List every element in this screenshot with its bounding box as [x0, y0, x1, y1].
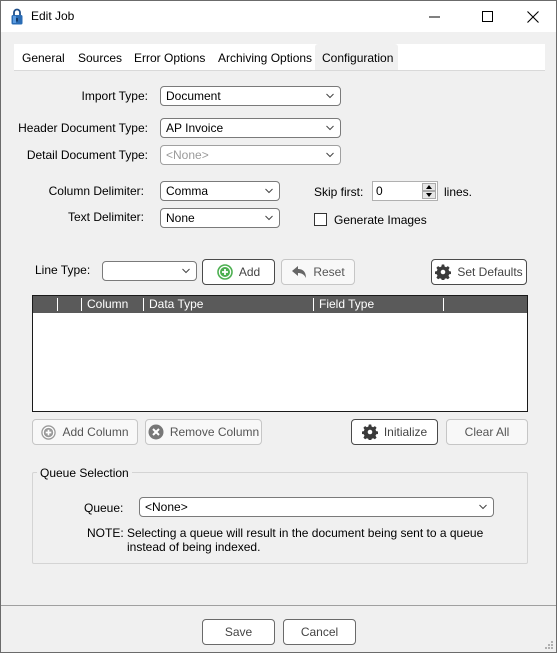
chevron-down-icon	[326, 152, 334, 158]
tab-configuration[interactable]: Configuration	[315, 44, 398, 70]
triangle-up-icon	[426, 185, 432, 189]
header-doc-type-select[interactable]: AP Invoice	[160, 118, 341, 138]
resize-grip-icon[interactable]	[544, 640, 554, 650]
generate-images-label: Generate Images	[334, 213, 427, 227]
grid-header-field-type[interactable]: Field Type	[319, 296, 374, 313]
chevron-down-icon	[265, 215, 273, 221]
chevron-down-icon	[326, 125, 334, 131]
tab-general[interactable]: General	[15, 44, 72, 70]
add-column-button[interactable]: Add Column	[32, 419, 138, 445]
skip-first-spinner[interactable]: 0	[372, 181, 438, 201]
remove-column-label: Remove Column	[169, 425, 260, 439]
title-bar: Edit Job	[1, 1, 556, 32]
initialize-button[interactable]: Initialize	[351, 419, 438, 445]
column-delimiter-label: Column Delimiter:	[48, 184, 144, 198]
queue-select[interactable]: <None>	[139, 497, 494, 517]
line-type-label: Line Type:	[35, 263, 91, 277]
column-delimiter-value: Comma	[166, 184, 209, 198]
set-defaults-button[interactable]: Set Defaults	[431, 259, 527, 285]
gear-icon	[361, 424, 378, 440]
skip-first-value: 0	[376, 184, 383, 198]
queue-value: <None>	[145, 500, 188, 514]
import-type-value: Document	[166, 89, 221, 103]
lines-label: lines.	[444, 185, 473, 199]
tab-error-options[interactable]: Error Options	[127, 44, 212, 70]
cancel-label: Cancel	[300, 625, 339, 639]
detail-doc-type-label: Detail Document Type:	[26, 148, 148, 162]
spin-up-button[interactable]	[422, 183, 436, 191]
line-type-select[interactable]	[102, 261, 197, 281]
save-button[interactable]: Save	[202, 619, 275, 645]
minimize-button[interactable]	[411, 1, 457, 32]
maximize-button[interactable]	[464, 1, 510, 32]
add-line-type-button[interactable]: Add	[202, 259, 275, 285]
clear-all-label: Clear All	[464, 425, 510, 439]
header-doc-type-label: Header Document Type:	[18, 121, 148, 135]
triangle-down-icon	[426, 193, 432, 197]
close-button[interactable]	[510, 1, 556, 32]
close-icon	[527, 10, 539, 23]
initialize-label: Initialize	[383, 425, 428, 439]
save-label: Save	[224, 625, 253, 639]
x-circle-icon	[148, 424, 164, 440]
text-delimiter-value: None	[166, 211, 195, 225]
undo-arrow-icon	[292, 266, 307, 278]
remove-column-button[interactable]: Remove Column	[145, 419, 262, 445]
chevron-down-icon	[326, 93, 334, 99]
import-type-select[interactable]: Document	[160, 86, 341, 106]
gear-icon	[435, 264, 452, 280]
import-type-label: Import Type:	[81, 89, 148, 103]
note-text-line2: instead of being indexed.	[127, 540, 261, 554]
grid-header-column[interactable]: Column	[87, 296, 128, 313]
chevron-down-icon	[265, 188, 273, 194]
plus-circle-icon	[217, 264, 233, 280]
detail-doc-type-select[interactable]: <None>	[160, 145, 341, 165]
generate-images-checkbox[interactable]	[314, 213, 327, 226]
clear-all-button[interactable]: Clear All	[446, 419, 528, 445]
set-defaults-label: Set Defaults	[457, 265, 523, 279]
tab-archiving-options[interactable]: Archiving Options	[211, 44, 319, 70]
text-delimiter-select[interactable]: None	[160, 208, 280, 228]
tab-sources[interactable]: Sources	[71, 44, 129, 70]
minimize-icon	[428, 16, 440, 18]
plus-circle-icon	[41, 424, 57, 440]
queue-selection-title: Queue Selection	[37, 466, 132, 480]
text-delimiter-label: Text Delimiter:	[67, 210, 144, 224]
maximize-icon	[481, 11, 493, 22]
grid-header: Column Data Type Field Type	[33, 296, 527, 313]
detail-doc-type-value: <None>	[166, 148, 209, 162]
reset-label: Reset	[313, 265, 345, 279]
footer-divider	[1, 605, 556, 606]
chevron-down-icon	[479, 504, 487, 510]
queue-selection-group	[32, 472, 528, 564]
padlock-icon	[11, 8, 23, 25]
edit-job-window: Edit Job General Sources Error Options A…	[0, 0, 557, 653]
chevron-down-icon	[182, 268, 190, 274]
spin-down-button[interactable]	[422, 191, 436, 199]
queue-label: Queue:	[84, 501, 124, 515]
skip-first-label: Skip first:	[314, 185, 364, 199]
column-delimiter-select[interactable]: Comma	[160, 181, 280, 201]
header-doc-type-value: AP Invoice	[166, 121, 224, 135]
columns-grid[interactable]: Column Data Type Field Type	[32, 295, 528, 412]
add-column-label: Add Column	[62, 425, 129, 439]
cancel-button[interactable]: Cancel	[283, 619, 356, 645]
add-label: Add	[238, 265, 261, 279]
reset-button[interactable]: Reset	[281, 259, 355, 285]
grid-header-data-type[interactable]: Data Type	[149, 296, 203, 313]
tab-strip: General Sources Error Options Archiving …	[14, 44, 545, 71]
note-label: NOTE:	[87, 526, 124, 540]
window-title: Edit Job	[31, 9, 75, 23]
note-text-line1: Selecting a queue will result in the doc…	[127, 526, 484, 540]
